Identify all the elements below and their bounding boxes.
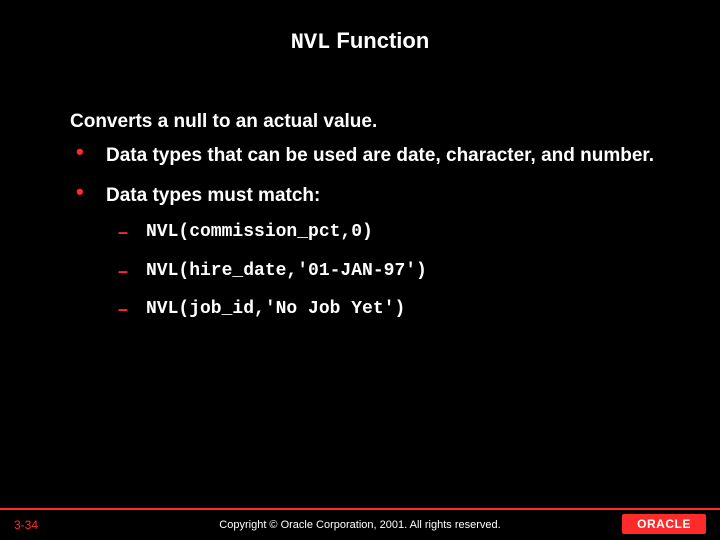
sub-list: NVL(commission_pct,0) NVL(hire_date,'01-… — [114, 220, 660, 321]
title-code: NVL — [291, 30, 331, 55]
slide: NVL Function Converts a null to an actua… — [0, 0, 720, 540]
bullet-list: Data types that can be used are date, ch… — [70, 143, 660, 321]
page-number: 3-34 — [14, 518, 38, 532]
bullet-item: Data types must match: NVL(commission_pc… — [70, 183, 660, 322]
bullet-text: Data types that can be used are date, ch… — [106, 145, 654, 166]
content-area: Converts a null to an actual value. Data… — [40, 111, 680, 321]
copyright-text: Copyright © Oracle Corporation, 2001. Al… — [0, 519, 720, 531]
sub-item: NVL(hire_date,'01-JAN-97') — [114, 259, 660, 283]
bullet-item: Data types that can be used are date, ch… — [70, 143, 660, 169]
slide-title: NVL Function — [40, 28, 680, 55]
oracle-logo: ORACLE — [622, 514, 706, 534]
sub-item: NVL(job_id,'No Job Yet') — [114, 297, 660, 321]
intro-text: Converts a null to an actual value. — [70, 111, 660, 133]
sub-item: NVL(commission_pct,0) — [114, 220, 660, 244]
bullet-text: Data types must match: — [106, 185, 320, 206]
footer: 3-34 Copyright © Oracle Corporation, 200… — [0, 508, 720, 540]
title-rest: Function — [330, 28, 429, 53]
